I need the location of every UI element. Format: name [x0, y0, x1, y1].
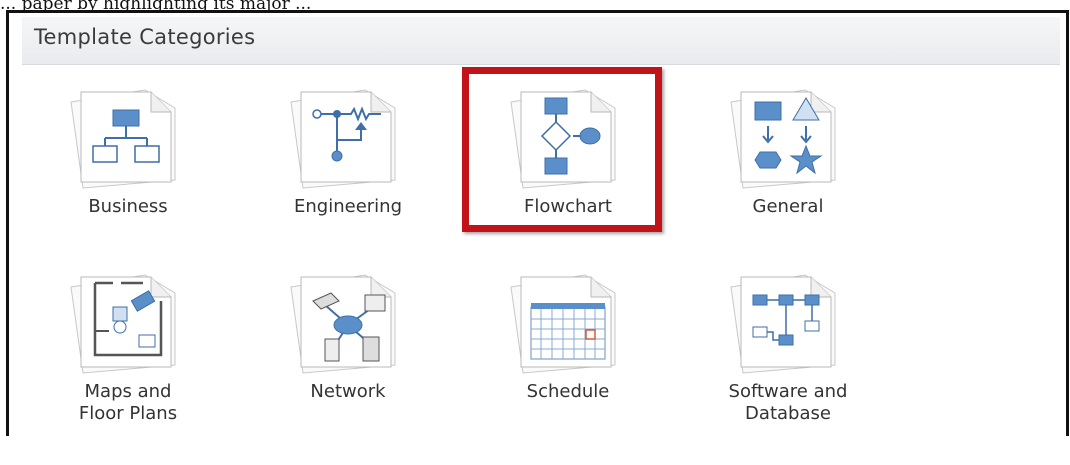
category-label: Engineering: [294, 196, 402, 217]
engineering-circuit-icon: [290, 89, 396, 189]
floor-plan-icon: [70, 274, 176, 374]
category-schedule[interactable]: Schedule: [478, 265, 658, 403]
category-label: General: [752, 196, 824, 217]
software-database-icon: [730, 274, 836, 374]
flowchart-highlight-box: [462, 67, 662, 232]
category-maps-floor-plans[interactable]: Maps and Floor Plans: [38, 265, 218, 425]
category-business[interactable]: Business: [38, 80, 218, 218]
general-shapes-icon: [730, 89, 836, 189]
category-label: Schedule: [526, 381, 610, 402]
calendar-icon: [510, 274, 616, 374]
business-org-chart-icon: [70, 89, 176, 189]
category-engineering[interactable]: Engineering: [258, 80, 438, 218]
category-label: Maps and Floor Plans: [78, 381, 178, 424]
category-network[interactable]: Network: [258, 265, 438, 403]
category-software-database[interactable]: Software and Database: [698, 265, 878, 425]
category-label: Network: [310, 381, 386, 402]
category-label: Software and Database: [728, 381, 848, 424]
category-label: Business: [88, 196, 168, 217]
category-general[interactable]: General: [698, 80, 878, 218]
network-icon: [290, 274, 396, 374]
panel-title: Template Categories: [34, 25, 256, 49]
